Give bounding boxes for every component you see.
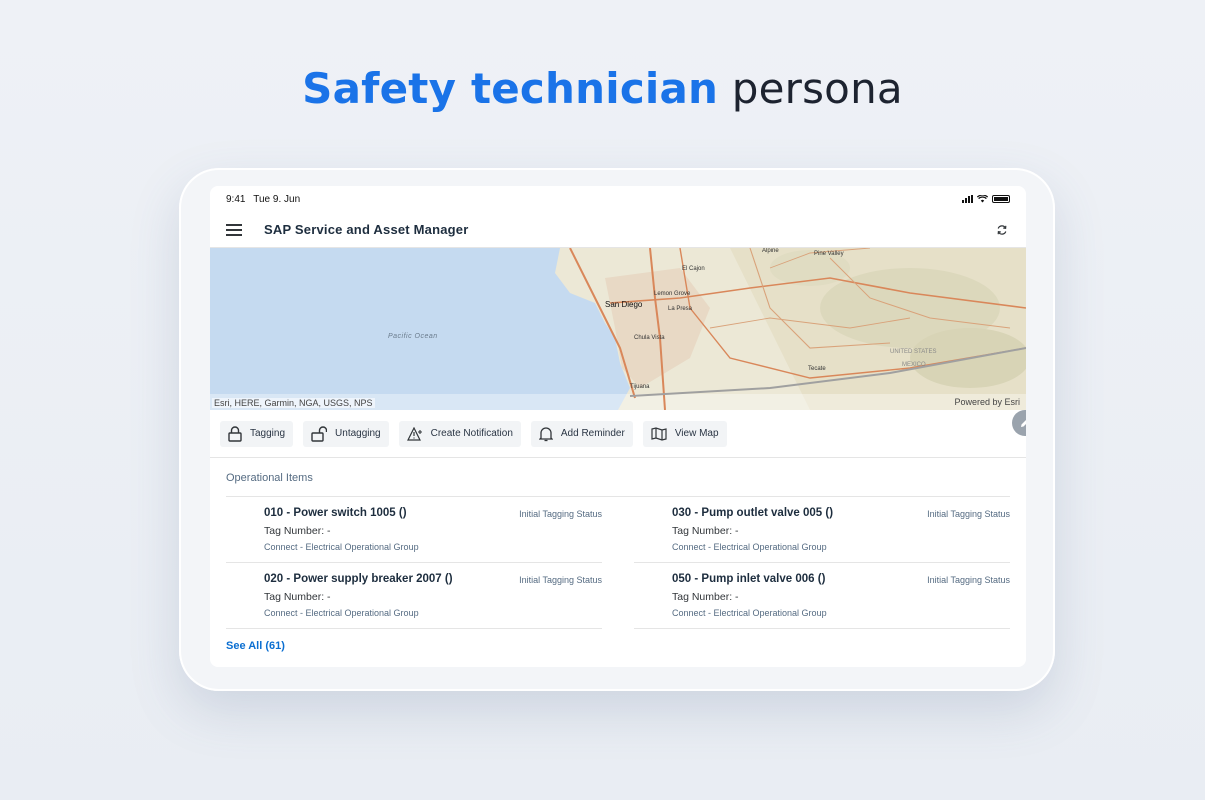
map-label-el-cajon: El Cajon	[682, 266, 705, 272]
add-reminder-label: Add Reminder	[560, 428, 625, 439]
map-label-alpine: Alpine	[762, 248, 779, 254]
pencil-icon	[1021, 420, 1026, 427]
headline-accent: Safety technician	[302, 64, 719, 113]
map-credit: Esri, HERE, Garmin, NGA, USGS, NPS	[212, 398, 375, 408]
map-label-tijuana: Tijuana	[630, 384, 650, 390]
operational-items-grid: 010 - Power switch 1005 () Initial Taggi…	[226, 496, 1010, 629]
untagging-label: Untagging	[335, 428, 381, 439]
tagging-label: Tagging	[250, 428, 286, 439]
map-powered-by: Powered by Esri	[954, 397, 1020, 407]
map-label-lemon-grove: Lemon Grove	[654, 291, 691, 297]
untagging-button[interactable]: Untagging	[303, 420, 389, 447]
app-screen: 9:41 Tue 9. Jun SAP Service and Asset Ma…	[210, 186, 1026, 667]
item-status: Initial Tagging Status	[519, 509, 602, 519]
view-map-button[interactable]: View Map	[642, 420, 727, 447]
tagging-button[interactable]: Tagging	[220, 420, 294, 447]
see-all-link[interactable]: See All (61)	[226, 629, 285, 652]
item-group: Connect - Electrical Operational Group	[264, 608, 419, 618]
map-label-la-presa: La Presa	[668, 306, 693, 312]
view-map-label: View Map	[674, 428, 719, 439]
battery-icon	[992, 195, 1010, 203]
create-notification-button[interactable]: Create Notification	[398, 420, 521, 447]
bell-icon	[538, 426, 553, 441]
app-header: SAP Service and Asset Manager	[210, 212, 1026, 248]
map-label-united-states: UNITED STATES	[890, 349, 937, 355]
page-headline: Safety technician persona	[0, 64, 1205, 113]
status-bar: 9:41 Tue 9. Jun	[210, 186, 1026, 212]
action-bar: Tagging Untagging Create Notification Ad…	[210, 410, 1026, 458]
edit-button[interactable]	[1012, 410, 1026, 436]
map-label-san-diego: San Diego	[605, 300, 643, 309]
map-label-tecate: Tecate	[808, 366, 826, 372]
map-label-chula-vista: Chula Vista	[634, 335, 665, 341]
list-item[interactable]: 050 - Pump inlet valve 006 () Initial Ta…	[634, 563, 1010, 629]
operational-items-section: Operational Items 010 - Power switch 100…	[210, 458, 1026, 654]
item-tag-number: Tag Number: -	[264, 525, 331, 537]
status-time: 9:41	[226, 193, 246, 205]
headline-rest: persona	[731, 64, 903, 113]
item-status: Initial Tagging Status	[927, 509, 1010, 519]
app-title: SAP Service and Asset Manager	[264, 222, 469, 237]
lock-icon	[228, 425, 242, 442]
sync-icon[interactable]	[996, 224, 1008, 236]
unlock-icon	[311, 425, 328, 442]
item-group: Connect - Electrical Operational Group	[672, 542, 827, 552]
signal-icon	[962, 195, 973, 203]
item-tag-number: Tag Number: -	[672, 525, 739, 537]
map-canvas	[210, 248, 1026, 410]
add-reminder-button[interactable]: Add Reminder	[530, 420, 633, 447]
item-group: Connect - Electrical Operational Group	[672, 608, 827, 618]
warning-icon	[406, 426, 422, 441]
create-notification-label: Create Notification	[430, 428, 513, 439]
map-label-pine-valley: Pine Valley	[814, 251, 844, 257]
item-tag-number: Tag Number: -	[264, 591, 331, 603]
map-label-mexico: MEXICO	[902, 362, 926, 368]
map-view[interactable]: Pacific Ocean San Diego Chula Vista Tiju…	[210, 248, 1026, 410]
list-item[interactable]: 010 - Power switch 1005 () Initial Taggi…	[226, 497, 602, 563]
map-label-ocean: Pacific Ocean	[388, 333, 438, 340]
list-item[interactable]: 020 - Power supply breaker 2007 () Initi…	[226, 563, 602, 629]
item-group: Connect - Electrical Operational Group	[264, 542, 419, 552]
section-title: Operational Items	[226, 472, 313, 484]
status-date: Tue 9. Jun	[253, 193, 301, 205]
hamburger-menu-icon[interactable]	[226, 223, 242, 236]
item-tag-number: Tag Number: -	[672, 591, 739, 603]
item-status: Initial Tagging Status	[519, 575, 602, 585]
wifi-icon	[977, 195, 988, 203]
map-icon	[651, 426, 667, 441]
item-status: Initial Tagging Status	[927, 575, 1010, 585]
list-item[interactable]: 030 - Pump outlet valve 005 () Initial T…	[634, 497, 1010, 563]
